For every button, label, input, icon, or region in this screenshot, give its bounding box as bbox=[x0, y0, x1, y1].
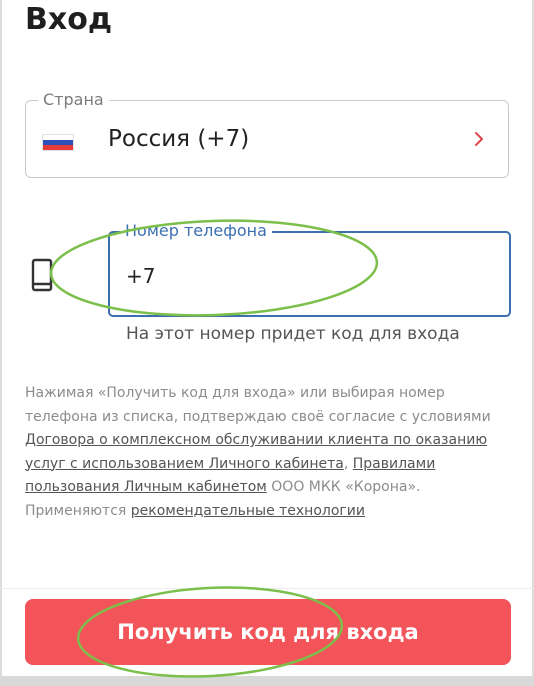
mobile-phone-icon bbox=[31, 258, 53, 292]
get-code-button[interactable]: Получить код для входа bbox=[25, 599, 511, 665]
chevron-right-icon bbox=[475, 132, 483, 146]
agreement-text-part-1: Нажимая «Получить код для входа» или выб… bbox=[25, 385, 491, 425]
agreement-text: Нажимая «Получить код для входа» или выб… bbox=[25, 382, 505, 523]
agreement-text-part-3: ООО МКК «Корона». bbox=[266, 479, 421, 495]
left-edge-divider bbox=[0, 0, 2, 686]
country-select[interactable]: Страна Россия (+7) bbox=[25, 90, 509, 178]
russia-flag-icon bbox=[42, 134, 74, 151]
footer-divider bbox=[0, 588, 534, 589]
phone-number-field[interactable]: Номер телефона bbox=[108, 221, 511, 317]
bottom-bar bbox=[0, 676, 534, 686]
country-value: Россия (+7) bbox=[108, 126, 250, 152]
country-label: Страна bbox=[38, 90, 109, 110]
page-title: Вход bbox=[25, 2, 113, 37]
phone-number-input[interactable] bbox=[126, 261, 486, 291]
recommendation-technologies-link[interactable]: рекомендательные технологии bbox=[131, 503, 365, 519]
login-screen: Вход Страна Россия (+7) Номер телефона Н… bbox=[0, 0, 534, 686]
recommendation-text: Применяются bbox=[25, 502, 131, 519]
phone-hint-text: На этот номер придет код для входа bbox=[126, 324, 460, 344]
agreement-paragraph: Нажимая «Получить код для входа» или выб… bbox=[25, 382, 505, 500]
agreement-text-part-2: , bbox=[343, 455, 353, 472]
phone-number-label: Номер телефона bbox=[120, 221, 272, 241]
recommendation-paragraph: Применяются рекомендательные технологии bbox=[25, 500, 505, 524]
